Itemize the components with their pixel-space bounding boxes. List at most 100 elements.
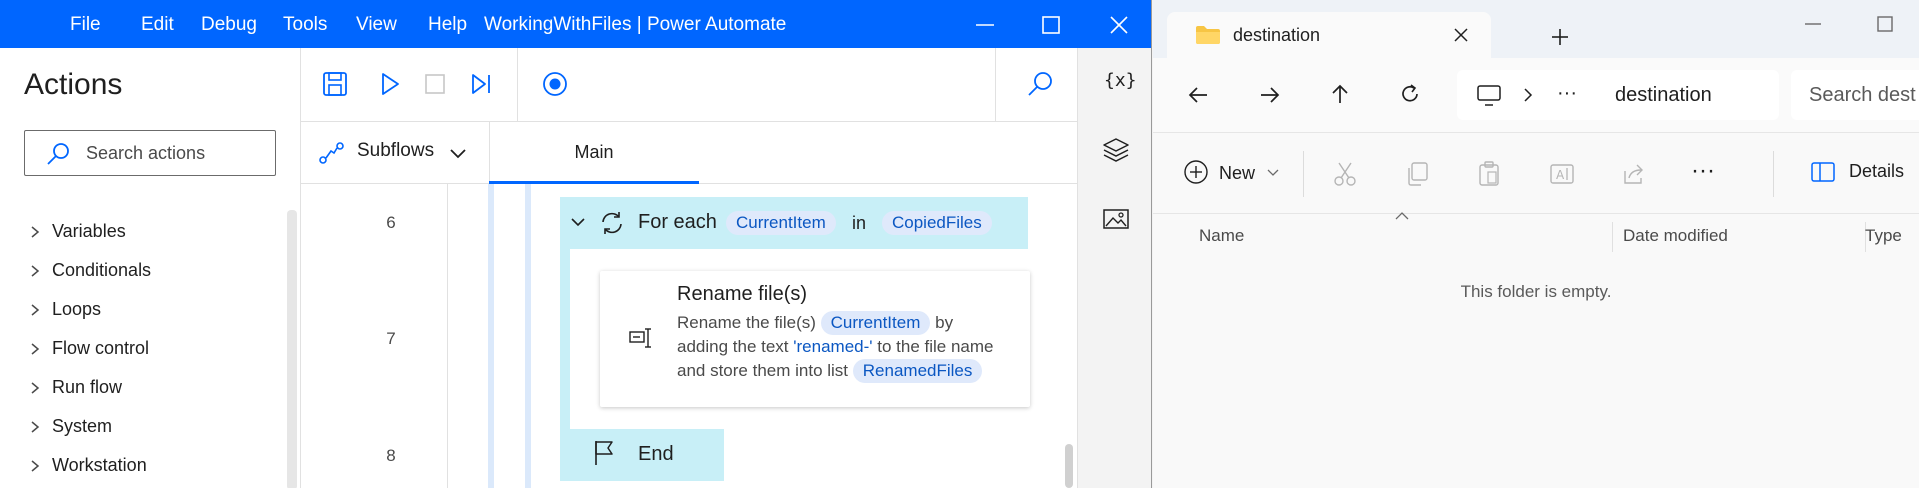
chevron-down-icon	[1267, 169, 1279, 177]
menu-edit[interactable]: Edit	[141, 14, 174, 36]
command-divider	[1773, 151, 1774, 197]
right-rail: {x}	[1077, 48, 1151, 488]
actions-title: Actions	[24, 68, 123, 101]
canvas-scrollbar[interactable]	[1065, 444, 1073, 488]
refresh-icon[interactable]	[1399, 83, 1421, 105]
up-arrow-icon[interactable]	[1329, 83, 1351, 105]
search-actions-input[interactable]: Search actions	[24, 130, 276, 176]
run-next-action-icon[interactable]	[467, 70, 495, 98]
explorer-command-bar: New A ··· Details	[1153, 132, 1919, 214]
breadcrumb-chevron-icon[interactable]	[1523, 88, 1533, 102]
ui-elements-icon[interactable]	[1102, 136, 1130, 164]
collapse-chevron-icon[interactable]	[570, 217, 586, 229]
chevron-right-icon	[30, 420, 40, 434]
nesting-bar	[525, 184, 531, 488]
column-type[interactable]: Type	[1865, 226, 1902, 246]
close-icon[interactable]	[1108, 14, 1130, 36]
subflows-button[interactable]: Subflows	[357, 140, 434, 162]
breadcrumb-current[interactable]: destination	[1615, 84, 1712, 107]
toolbar-divider	[517, 48, 518, 122]
stop-icon[interactable]	[421, 70, 449, 98]
menu-help[interactable]: Help	[428, 14, 467, 36]
literal-text: 'renamed-'	[793, 337, 873, 356]
line-number: 6	[386, 213, 396, 232]
column-name[interactable]: Name	[1199, 226, 1244, 246]
close-tab-icon[interactable]	[1453, 27, 1469, 43]
category-label: Flow control	[52, 338, 150, 358]
tab-destination[interactable]: destination	[1167, 12, 1491, 58]
subflow-tabs: Subflows Main	[301, 122, 1077, 184]
end-action[interactable]: End	[560, 429, 724, 481]
svg-text:A: A	[1556, 168, 1565, 182]
file-explorer-window: destination ··· destination Search dest …	[1153, 0, 1919, 488]
actions-pane: Actions Search actions Variables Conditi…	[0, 48, 301, 488]
chevron-right-icon	[30, 264, 40, 278]
variable-token: CurrentItem	[820, 311, 931, 335]
run-icon[interactable]	[375, 70, 403, 98]
minimize-icon[interactable]	[974, 14, 996, 36]
copy-icon[interactable]	[1405, 161, 1429, 187]
chevron-right-icon	[30, 225, 40, 239]
forward-arrow-icon[interactable]	[1259, 84, 1281, 106]
chevron-right-icon	[30, 459, 40, 473]
search-icon	[45, 142, 71, 166]
chevron-right-icon	[30, 303, 40, 317]
save-icon[interactable]	[321, 70, 349, 98]
line-number: 8	[386, 446, 396, 465]
toolbar-divider	[995, 48, 996, 122]
maximize-icon[interactable]	[1040, 14, 1062, 36]
computer-icon	[1477, 85, 1501, 107]
category-label: System	[52, 416, 113, 436]
for-each-label: For each	[638, 211, 717, 233]
rename-icon[interactable]: A	[1549, 161, 1575, 187]
cut-icon[interactable]	[1333, 161, 1357, 187]
back-arrow-icon[interactable]	[1187, 84, 1209, 106]
tab-main[interactable]: Main	[489, 122, 699, 184]
menu-file[interactable]: File	[70, 14, 101, 36]
column-date-modified[interactable]: Date modified	[1623, 226, 1728, 246]
variables-icon[interactable]: {x}	[1104, 70, 1137, 91]
explorer-search-input[interactable]: Search dest	[1791, 70, 1919, 120]
chevron-down-icon[interactable]	[449, 148, 467, 160]
action-title: Rename file(s)	[677, 283, 808, 305]
variable-token: CopiedFiles	[882, 211, 992, 235]
search-icon[interactable]	[1026, 70, 1054, 98]
action-description: Rename the file(s) CurrentItem by adding…	[677, 311, 997, 383]
nesting-bar	[488, 184, 494, 488]
more-options-button[interactable]: ···	[1691, 157, 1715, 185]
actions-scrollbar[interactable]	[287, 210, 297, 488]
details-label: Details	[1849, 161, 1905, 181]
details-pane-icon	[1811, 161, 1835, 183]
for-each-in-label: in	[852, 213, 867, 233]
maximize-icon[interactable]	[1875, 14, 1895, 34]
search-placeholder: Search dest	[1809, 84, 1916, 106]
rename-file-icon	[628, 327, 656, 349]
new-tab-icon[interactable]	[1551, 28, 1569, 46]
flag-icon	[592, 439, 616, 467]
record-icon[interactable]	[541, 70, 569, 98]
for-each-action[interactable]: For each CurrentItem in CopiedFiles	[560, 197, 1028, 249]
tab-label: destination	[1233, 25, 1321, 45]
menu-debug[interactable]: Debug	[201, 14, 257, 36]
command-divider	[1303, 151, 1304, 197]
column-divider[interactable]	[1612, 222, 1613, 252]
share-icon[interactable]	[1621, 161, 1647, 187]
menu-view[interactable]: View	[356, 14, 397, 36]
address-bar[interactable]: ··· destination	[1457, 70, 1779, 120]
flow-toolbar	[301, 48, 1077, 122]
search-placeholder: Search actions	[86, 143, 206, 163]
images-icon[interactable]	[1102, 206, 1130, 232]
rename-files-action[interactable]: Rename file(s) Rename the file(s) Curren…	[600, 271, 1030, 407]
category-label: Run flow	[52, 377, 123, 397]
menu-tools[interactable]: Tools	[283, 14, 327, 36]
explorer-navigation-bar: ··· destination Search dest	[1153, 58, 1919, 132]
description-text: Rename the file(s)	[677, 313, 816, 332]
breadcrumb-more[interactable]: ···	[1557, 82, 1577, 105]
gutter-divider	[447, 184, 448, 488]
minimize-icon[interactable]	[1803, 14, 1823, 34]
tab-main-label: Main	[574, 142, 614, 162]
power-automate-window: File Edit Debug Tools View Help WorkingW…	[0, 0, 1152, 488]
title-bar: File Edit Debug Tools View Help WorkingW…	[0, 0, 1151, 48]
paste-icon[interactable]	[1477, 161, 1501, 187]
folder-icon	[1195, 25, 1221, 45]
